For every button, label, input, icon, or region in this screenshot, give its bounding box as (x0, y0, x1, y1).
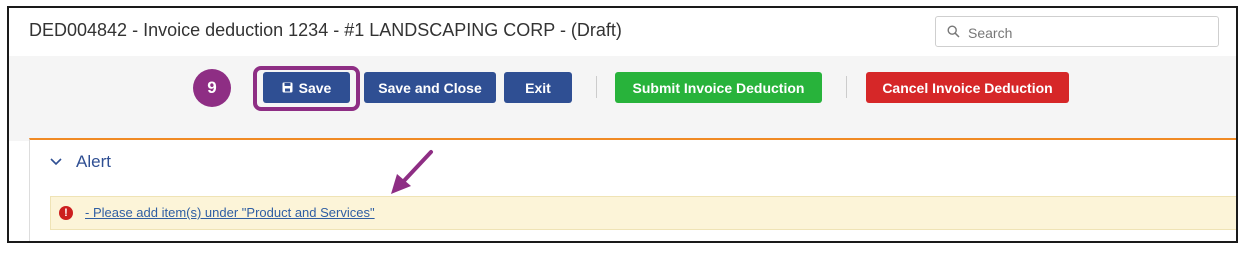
cancel-invoice-deduction-button[interactable]: Cancel Invoice Deduction (866, 72, 1069, 103)
save-and-close-label: Save and Close (378, 79, 482, 96)
submit-label: Submit Invoice Deduction (632, 79, 805, 96)
toolbar-divider (596, 76, 597, 98)
toolbar-divider (846, 76, 847, 98)
page-title: DED004842 - Invoice deduction 1234 - #1 … (29, 20, 622, 40)
chevron-down-icon (50, 158, 62, 166)
toolbar: 9 Save Save and Close Exit Submit Invoic… (9, 56, 1236, 141)
save-button-label: Save (298, 79, 332, 96)
step-number-badge: 9 (193, 69, 231, 107)
floppy-disk-icon (282, 82, 293, 93)
alert-section-toggle[interactable]: Alert (50, 152, 111, 172)
search-icon (947, 25, 960, 38)
exit-label: Exit (525, 79, 551, 96)
exclamation-circle-icon: ! (59, 206, 73, 220)
alert-panel: Alert ! - Please add item(s) under "Prod… (29, 138, 1236, 241)
alert-message-link[interactable]: - Please add item(s) under "Product and … (85, 205, 375, 220)
record-window: DED004842 - Invoice deduction 1234 - #1 … (7, 6, 1238, 243)
cancel-label: Cancel Invoice Deduction (882, 79, 1053, 96)
alert-message-box: ! - Please add item(s) under "Product an… (50, 196, 1236, 230)
alert-section-title: Alert (76, 152, 111, 171)
exit-button[interactable]: Exit (504, 72, 572, 103)
save-and-close-button[interactable]: Save and Close (364, 72, 496, 103)
record-header: DED004842 - Invoice deduction 1234 - #1 … (9, 8, 1236, 57)
submit-invoice-deduction-button[interactable]: Submit Invoice Deduction (615, 72, 822, 103)
save-button[interactable]: Save (263, 72, 350, 103)
search-box[interactable] (935, 16, 1219, 48)
search-input[interactable] (966, 17, 1210, 48)
arrow-pointer-icon (391, 150, 433, 194)
